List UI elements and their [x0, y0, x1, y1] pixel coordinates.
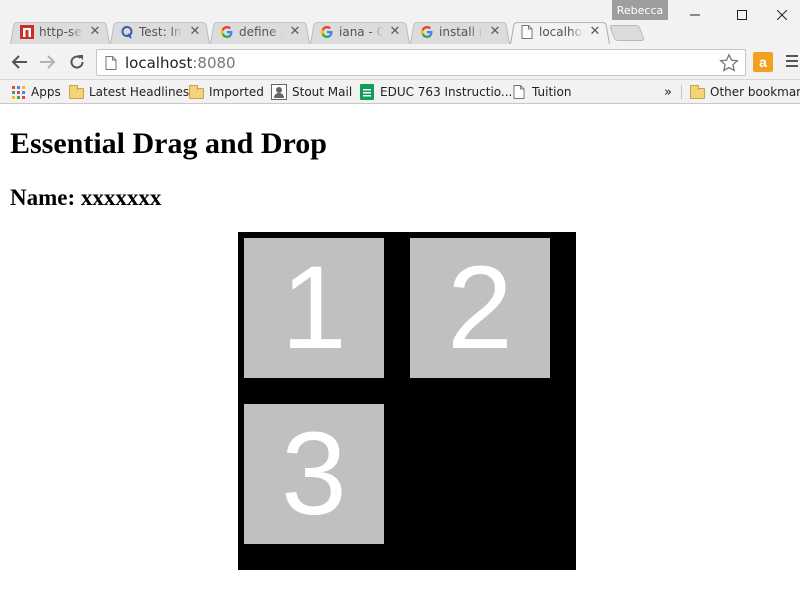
tab-title: http-ser — [39, 25, 83, 39]
bookmark-latest-headlines[interactable]: Latest Headlines — [68, 83, 189, 101]
close-icon[interactable]: ✕ — [488, 24, 502, 40]
bookmark-label: Apps — [31, 85, 61, 99]
bookmark-imported[interactable]: Imported — [188, 83, 264, 101]
bookmark-stout-mail[interactable]: Stout Mail — [271, 83, 352, 101]
close-icon — [777, 10, 787, 20]
forward-button[interactable] — [38, 52, 58, 72]
amazon-extension-icon[interactable]: a — [753, 52, 773, 72]
drag-drop-grid: 1 2 3 — [238, 232, 576, 570]
menu-icon[interactable] — [786, 53, 798, 69]
maximize-icon — [737, 10, 747, 20]
folder-icon — [68, 84, 84, 99]
url-host: localhost — [125, 53, 193, 72]
bookmark-label: Tuition — [532, 85, 572, 99]
bookmark-star-icon[interactable] — [719, 53, 739, 73]
tab-iana[interactable]: iana - Go ✕ — [310, 20, 410, 44]
tab-title: define p — [239, 25, 283, 39]
minimize-button[interactable] — [672, 2, 718, 28]
profile-button[interactable]: Rebecca — [612, 0, 668, 20]
draggable-tile-3[interactable]: 3 — [244, 404, 384, 544]
google-icon — [420, 25, 434, 39]
tab-define[interactable]: define p ✕ — [210, 20, 310, 44]
google-icon — [320, 25, 334, 39]
bookmarks-divider — [681, 85, 682, 99]
bookmark-educ-763[interactable]: EDUC 763 Instructio... — [359, 83, 512, 101]
close-icon[interactable]: ✕ — [88, 24, 102, 40]
browser-toolbar: localhost:8080 a — [0, 44, 800, 80]
new-tab-button[interactable] — [609, 25, 645, 41]
apps-grid-icon — [10, 85, 26, 99]
maximize-button[interactable] — [719, 2, 765, 28]
bookmark-other-bookmarks[interactable]: Other bookmarks — [689, 83, 800, 101]
quizlet-q-icon — [120, 25, 134, 39]
close-icon[interactable]: ✕ — [588, 24, 602, 40]
name-heading: Name: xxxxxxx — [10, 185, 162, 210]
browser-title-bar: http-ser ✕ Test: Inte ✕ define p ✕ iana … — [0, 0, 800, 44]
bookmark-label: Imported — [209, 85, 264, 99]
reload-button[interactable] — [67, 52, 87, 72]
folder-icon — [188, 84, 204, 99]
tab-title: Test: Inte — [139, 25, 183, 39]
sheets-icon — [359, 84, 375, 100]
back-button[interactable] — [9, 52, 29, 72]
bookmark-label: Other bookmarks — [710, 85, 800, 99]
page-icon — [511, 85, 527, 99]
google-icon — [220, 25, 234, 39]
bookmark-tuition[interactable]: Tuition — [511, 83, 571, 101]
draggable-tile-1[interactable]: 1 — [244, 238, 384, 378]
close-icon[interactable]: ✕ — [288, 24, 302, 40]
folder-icon — [689, 84, 705, 99]
forward-arrow-icon — [40, 55, 56, 69]
page-icon — [105, 55, 117, 70]
empty-drop-slot[interactable] — [410, 404, 550, 544]
close-icon[interactable]: ✕ — [188, 24, 202, 40]
tab-localhost[interactable]: localhos ✕ — [510, 20, 610, 44]
close-window-button[interactable] — [764, 2, 800, 28]
bookmarks-overflow-button[interactable]: » — [664, 83, 672, 101]
stout-mail-icon — [271, 84, 287, 100]
minimize-icon — [690, 14, 700, 16]
page-title: Essential Drag and Drop — [10, 127, 327, 160]
url-port: :8080 — [192, 53, 236, 72]
address-bar[interactable]: localhost:8080 — [96, 49, 746, 76]
bookmark-apps[interactable]: Apps — [10, 83, 61, 101]
tab-http-server[interactable]: http-ser ✕ — [10, 20, 110, 44]
tab-title: localhos — [539, 25, 583, 39]
bookmark-label: Stout Mail — [292, 85, 353, 99]
tab-test[interactable]: Test: Inte ✕ — [110, 20, 210, 44]
url-text: localhost:8080 — [125, 54, 236, 72]
bookmarks-bar: Apps Latest Headlines Imported Stout Mai… — [0, 80, 800, 104]
page-icon — [520, 25, 534, 39]
tab-title: iana - Go — [339, 25, 383, 39]
n-app-icon — [20, 25, 34, 39]
close-icon[interactable]: ✕ — [388, 24, 402, 40]
reload-icon — [70, 55, 84, 69]
page-content: Essential Drag and Drop Name: xxxxxxx 1 … — [0, 105, 800, 600]
draggable-tile-2[interactable]: 2 — [410, 238, 550, 378]
tab-install[interactable]: install no ✕ — [410, 20, 510, 44]
bookmark-label: EDUC 763 Instructio... — [380, 85, 513, 99]
bookmark-label: Latest Headlines — [89, 85, 190, 99]
tab-title: install no — [439, 25, 483, 39]
back-arrow-icon — [11, 55, 27, 69]
